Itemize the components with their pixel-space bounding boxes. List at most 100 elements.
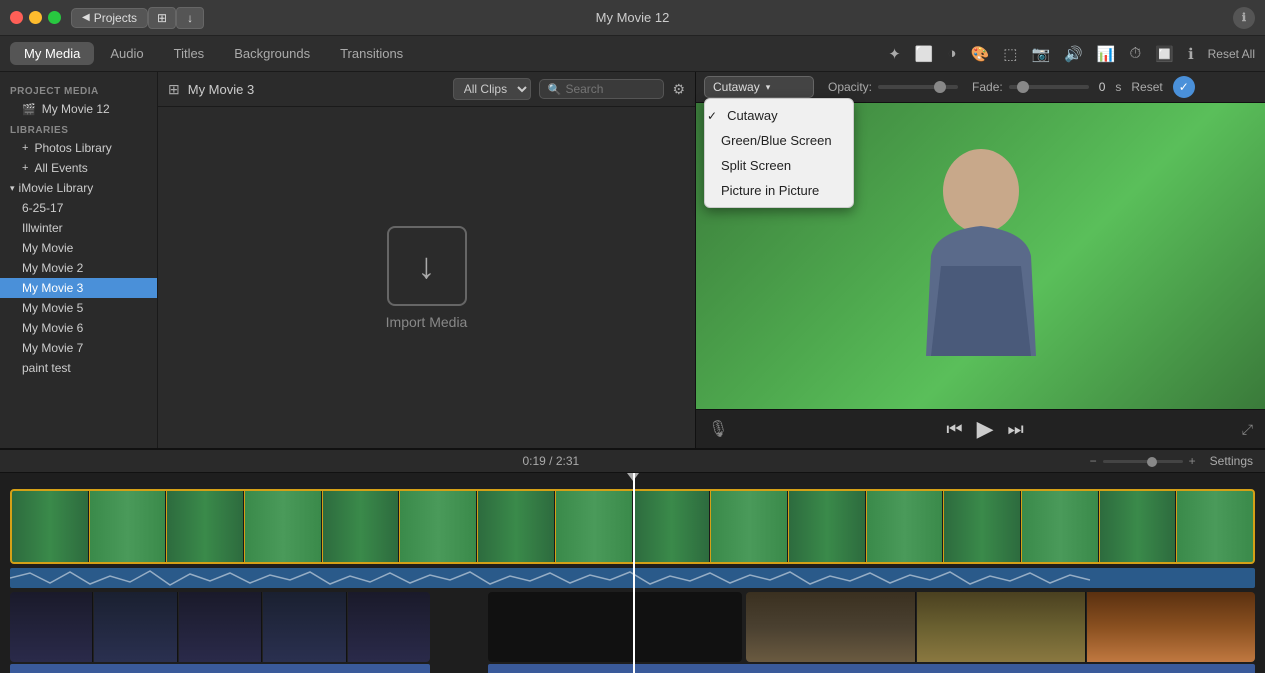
track-thumbnail [10, 592, 93, 662]
sidebar-item-all-events[interactable]: + All Events [0, 158, 157, 178]
sidebar-item-label: paint test [22, 361, 71, 375]
fullscreen-icon[interactable]: ⤢ [1242, 421, 1253, 438]
lower-audio-right[interactable] [488, 664, 1255, 673]
timeline-settings-button[interactable]: Settings [1210, 454, 1253, 468]
sidebar-item-my-movie-12[interactable]: 🎬 My Movie 12 [0, 99, 157, 119]
search-icon: 🔍 [548, 83, 562, 96]
titlebar: Projects ⊞ ↓ My Movie 12 ℹ [0, 0, 1265, 36]
track-thumbnail [400, 491, 477, 562]
sidebar-item-label: My Movie 3 [22, 281, 83, 295]
volume-icon[interactable]: 🔊 [1060, 43, 1087, 65]
sidebar-item-my-movie-2[interactable]: My Movie 2 [0, 258, 157, 278]
tab-backgrounds[interactable]: Backgrounds [220, 42, 324, 65]
sidebar-item-my-movie-6[interactable]: My Movie 6 [0, 318, 157, 338]
info2-icon[interactable]: ℹ [1184, 43, 1198, 65]
track-thumbnail [263, 592, 346, 662]
rewind-button[interactable]: ⏮ [946, 419, 962, 440]
zoom-out-icon[interactable]: − [1090, 454, 1097, 468]
track-thumbnail [944, 491, 1021, 562]
tab-my-media[interactable]: My Media [10, 42, 94, 65]
settings-icon[interactable]: ⚙ [672, 81, 685, 98]
track-thumbnail [323, 491, 400, 562]
grid-view-button[interactable]: ⊞ [148, 7, 176, 29]
sidebar: PROJECT MEDIA 🎬 My Movie 12 LIBRARIES + … [0, 72, 158, 448]
close-button[interactable] [10, 11, 23, 24]
sidebar-item-paint-test[interactable]: paint test [0, 358, 157, 378]
sidebar-item-6-25-17[interactable]: 6-25-17 [0, 198, 157, 218]
selected-effect-label: Cutaway [713, 80, 760, 94]
clips-filter-select[interactable]: All Clips [453, 78, 531, 100]
zoom-slider-thumb[interactable] [1147, 457, 1157, 467]
color-icon[interactable]: 🎨 [967, 43, 994, 65]
track-thumbnail [348, 592, 430, 662]
sidebar-item-label: All Events [34, 161, 87, 175]
track-thumbnail [1087, 592, 1255, 662]
play-button[interactable]: ▶ [977, 416, 994, 442]
traffic-lights [10, 11, 61, 24]
tab-audio[interactable]: Audio [96, 42, 157, 65]
video-icon[interactable]: 📷 [1027, 43, 1054, 65]
sidebar-item-my-movie-7[interactable]: My Movie 7 [0, 338, 157, 358]
preview-panel: Cutaway ▾ Cutaway Green/Blue Screen Spli… [695, 72, 1265, 448]
reset-button[interactable]: Reset [1131, 80, 1162, 94]
effect-option-split-screen[interactable]: Split Screen [705, 153, 853, 178]
sidebar-item-label: 6-25-17 [22, 201, 63, 215]
mic-icon[interactable]: 🎙 [708, 419, 728, 439]
effect-dropdown-menu: Cutaway Green/Blue Screen Split Screen P… [704, 98, 854, 208]
import-button[interactable]: ↓ [176, 7, 204, 29]
sidebar-item-my-movie-5[interactable]: My Movie 5 [0, 298, 157, 318]
sidebar-item-imovie-library[interactable]: ▾ iMovie Library [0, 178, 157, 198]
timeline [0, 473, 1265, 673]
minimize-button[interactable] [29, 11, 42, 24]
effect-option-green-blue-screen[interactable]: Green/Blue Screen [705, 128, 853, 153]
effect-dropdown[interactable]: Cutaway ▾ Cutaway Green/Blue Screen Spli… [704, 76, 814, 98]
effect-option-picture-in-picture[interactable]: Picture in Picture [705, 178, 853, 203]
effect-select-button[interactable]: Cutaway ▾ [704, 76, 814, 98]
confirm-button[interactable]: ✓ [1173, 76, 1195, 98]
crop-icon[interactable]: ⬜ [911, 43, 938, 65]
secondary-track-left[interactable] [10, 592, 430, 662]
lower-audio-left[interactable] [10, 664, 430, 673]
filter-icon[interactable]: ◑ [944, 43, 961, 64]
speed-icon[interactable]: ⏱ [1126, 43, 1146, 64]
black-clip[interactable] [488, 592, 742, 662]
main-area: PROJECT MEDIA 🎬 My Movie 12 LIBRARIES + … [0, 72, 1265, 448]
fade-label: Fade: [972, 80, 1003, 94]
crop2-icon[interactable]: ⬚ [999, 43, 1021, 65]
effect-option-cutaway[interactable]: Cutaway [705, 103, 853, 128]
sidebar-item-my-movie[interactable]: My Movie [0, 238, 157, 258]
opacity-slider-thumb[interactable] [934, 81, 946, 93]
photos-icon: + [22, 142, 28, 154]
fullscreen-button[interactable] [48, 11, 61, 24]
zoom-in-icon[interactable]: + [1189, 454, 1196, 468]
main-video-track[interactable] [10, 489, 1255, 564]
fade-slider[interactable] [1009, 85, 1089, 89]
tab-titles[interactable]: Titles [160, 42, 219, 65]
events-icon: + [22, 162, 28, 174]
projects-button[interactable]: Projects [71, 8, 148, 28]
transform-icon[interactable]: ✦ [884, 43, 905, 65]
search-input[interactable] [565, 82, 655, 96]
secondary-track-right[interactable] [746, 592, 1255, 662]
fade-slider-thumb[interactable] [1017, 81, 1029, 93]
sidebar-toggle-icon[interactable]: ⊞ [168, 81, 180, 98]
track-thumbnail [12, 491, 89, 562]
tab-transitions[interactable]: Transitions [326, 42, 417, 65]
sidebar-item-illwinter[interactable]: Illwinter [0, 218, 157, 238]
reset-all-button[interactable]: Reset All [1208, 47, 1255, 61]
overlay-icon[interactable]: 🔲 [1151, 43, 1178, 65]
sidebar-item-label: My Movie 7 [22, 341, 83, 355]
track-thumbnail [867, 491, 944, 562]
info-button[interactable]: ℹ [1233, 7, 1255, 29]
sidebar-item-photos-library[interactable]: + Photos Library [0, 138, 157, 158]
sidebar-item-my-movie-3[interactable]: My Movie 3 [0, 278, 157, 298]
audio-waveform-track[interactable] [10, 568, 1255, 588]
sidebar-item-label: Illwinter [22, 221, 63, 235]
track-thumbnail [556, 491, 633, 562]
opacity-slider[interactable] [878, 85, 958, 89]
chart-icon[interactable]: 📊 [1093, 43, 1120, 65]
track-thumbnail [478, 491, 555, 562]
track-thumbnail [1022, 491, 1099, 562]
forward-button[interactable]: ⏭ [1008, 419, 1024, 440]
zoom-slider[interactable] [1103, 460, 1183, 463]
